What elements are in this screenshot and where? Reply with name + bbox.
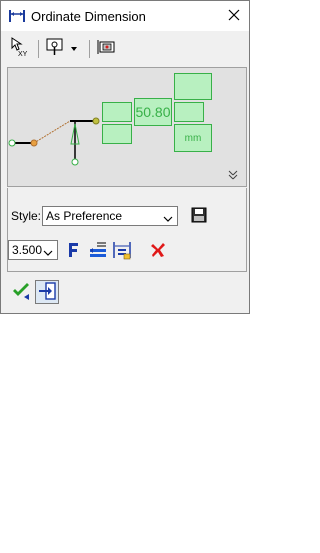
style-select[interactable]: As Preference xyxy=(42,206,178,226)
style-select-value: As Preference xyxy=(46,209,123,223)
dimension-value-box[interactable]: 50.80 xyxy=(134,98,172,126)
save-style-button[interactable] xyxy=(191,207,209,225)
chevron-down-icon xyxy=(43,246,53,260)
dimension-format-button[interactable] xyxy=(112,240,132,260)
upper-tolerance-box[interactable] xyxy=(174,73,212,100)
origin-point-button[interactable] xyxy=(45,37,65,59)
select-xy-button[interactable]: XY xyxy=(9,36,31,61)
select-xy-icon: XY xyxy=(9,36,31,61)
text-height-select[interactable]: 3.500 xyxy=(8,240,58,260)
text-alignment-button[interactable] xyxy=(88,240,108,260)
close-icon xyxy=(228,9,240,24)
delete-button[interactable] xyxy=(148,240,168,260)
toolbar: XY xyxy=(1,31,249,65)
dimension-preview: 50.80 mm xyxy=(7,67,247,187)
suffix-box[interactable] xyxy=(174,102,204,122)
window-title: Ordinate Dimension xyxy=(31,9,146,24)
exit-button[interactable] xyxy=(35,280,59,304)
dropdown-arrow-icon xyxy=(70,41,78,55)
dimension-settings-icon xyxy=(96,38,116,59)
ordinate-dimension-dialog: Ordinate Dimension XY 50.80 mm Style: As… xyxy=(0,0,250,314)
chevron-down-icon xyxy=(163,212,173,226)
text-alignment-icon xyxy=(88,242,108,263)
delete-icon xyxy=(148,243,168,263)
toolbar-separator xyxy=(89,40,90,58)
check-icon xyxy=(11,281,31,304)
dimension-format-icon xyxy=(112,242,132,263)
origin-point-icon xyxy=(46,38,64,59)
exit-icon xyxy=(37,281,57,304)
properties-panel: Style: As Preference 3.500 xyxy=(7,188,247,272)
prefix-box[interactable] xyxy=(102,102,132,122)
units-box[interactable]: mm xyxy=(174,124,212,152)
dimension-settings-button[interactable] xyxy=(95,37,117,59)
ordinate-dimension-icon xyxy=(9,8,25,27)
font-icon xyxy=(64,243,84,263)
origin-label: XY xyxy=(18,51,28,58)
close-button[interactable] xyxy=(223,5,245,27)
origin-point-dropdown[interactable] xyxy=(67,37,81,59)
title-bar: Ordinate Dimension xyxy=(1,1,249,31)
font-button[interactable] xyxy=(64,240,84,260)
text-height-value: 3.500 xyxy=(12,243,43,257)
toolbar-separator xyxy=(38,40,39,58)
style-label: Style: xyxy=(11,209,42,223)
save-style-icon xyxy=(191,207,207,226)
subscript-box[interactable] xyxy=(102,124,132,144)
double-chevron-down-icon[interactable] xyxy=(226,168,240,182)
bottom-bar xyxy=(1,278,249,312)
ok-button[interactable] xyxy=(9,280,33,304)
